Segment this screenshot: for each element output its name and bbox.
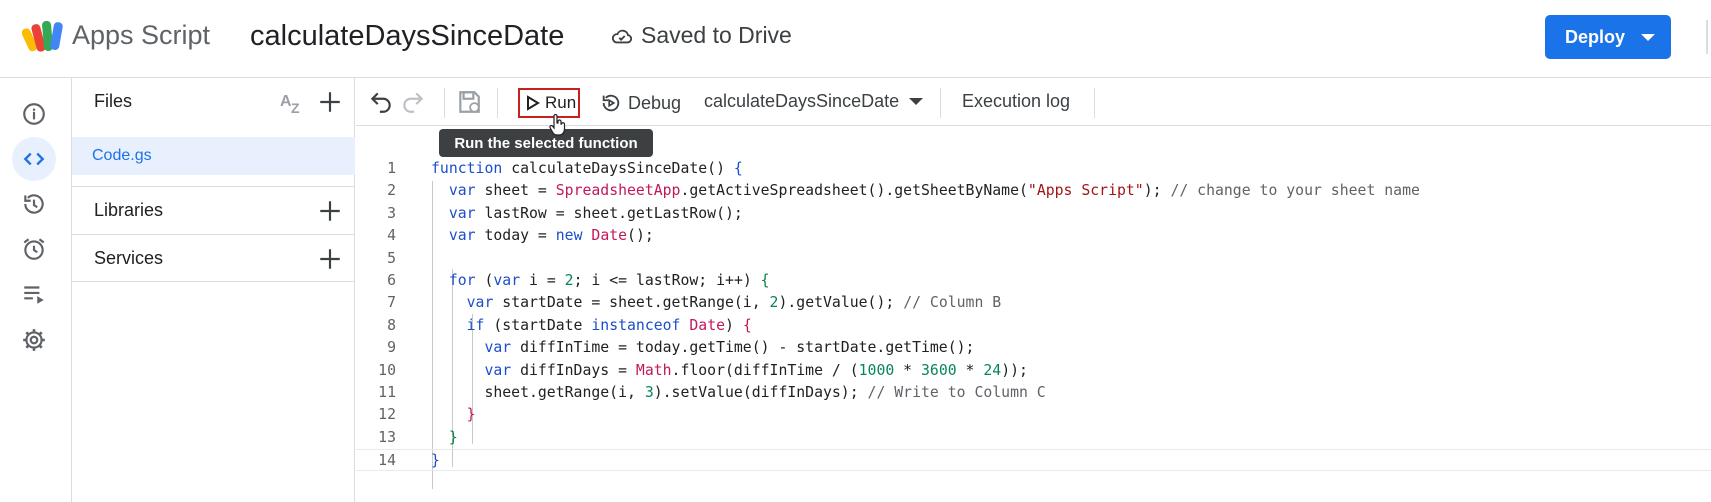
function-select[interactable]: calculateDaysSinceDate	[704, 91, 924, 112]
line-number: 10	[378, 361, 396, 379]
cloud-check-icon	[611, 29, 633, 43]
line-number: 8	[387, 316, 396, 334]
sort-az-icon[interactable]: A Z	[278, 89, 306, 115]
code-editor[interactable]: 1 function calculateDaysSinceDate() { 2 v…	[356, 158, 1711, 472]
line-number: 7	[387, 294, 396, 312]
toolbar-divider	[444, 88, 445, 118]
files-panel: Files A Z Code.gs Libraries Services	[72, 78, 355, 502]
code-line[interactable]: 10 var diffInDays = Math.floor(diffInTim…	[356, 360, 1711, 382]
deploy-label: Deploy	[1565, 26, 1626, 47]
file-name: Code.gs	[92, 147, 152, 164]
rail-item-overview[interactable]	[12, 92, 56, 136]
history-icon	[24, 194, 44, 214]
svg-text:Z: Z	[291, 100, 300, 115]
code-line[interactable]: 11 sheet.getRange(i, 3).setValue(diffInD…	[356, 382, 1711, 404]
code-line[interactable]: 6 for (var i = 2; i <= lastRow; i++) {	[356, 270, 1711, 292]
debug-button[interactable]: Debug	[600, 88, 681, 118]
run-label: Run	[545, 93, 577, 112]
line-content: function calculateDaysSinceDate() {	[431, 160, 743, 177]
debug-icon	[602, 94, 620, 112]
line-content: }	[448, 428, 458, 446]
files-header: Files A Z	[72, 78, 355, 124]
nav-rail	[0, 78, 72, 502]
save-icon[interactable]	[456, 89, 482, 115]
execution-log-button[interactable]: Execution log	[962, 91, 1070, 112]
code-line[interactable]: 7 var startDate = sheet.getRange(i, 2).g…	[356, 292, 1711, 314]
rail-item-editor[interactable]	[12, 137, 56, 181]
hand-cursor-icon	[549, 114, 566, 136]
rail-item-settings[interactable]	[12, 318, 56, 362]
line-content: }	[431, 452, 440, 470]
play-icon	[527, 95, 540, 111]
services-section[interactable]: Services	[72, 234, 355, 282]
executions-icon	[24, 286, 44, 304]
code-line[interactable]: 3 var lastRow = sheet.getLastRow();	[356, 203, 1711, 225]
line-content: var diffInTime = today.getTime() - start…	[484, 339, 975, 357]
line-content: var lastRow = sheet.getLastRow();	[448, 204, 743, 222]
add-service-icon[interactable]	[317, 246, 343, 272]
toolbar-divider	[1094, 88, 1095, 118]
chevron-down-icon	[909, 98, 924, 105]
files-title: Files	[94, 91, 133, 111]
app-name[interactable]: Apps Script	[72, 20, 210, 51]
add-file-icon[interactable]	[317, 89, 343, 115]
toolbar-divider	[497, 88, 498, 118]
line-content: var startDate = sheet.getRange(i, 2).get…	[466, 294, 1002, 312]
line-content: sheet.getRange(i, 3).setValue(diffInDays…	[431, 383, 1046, 401]
line-content: var diffInDays = Math.floor(diffInTime /…	[484, 361, 1028, 379]
code-line[interactable]: 1 function calculateDaysSinceDate() {	[356, 158, 1711, 180]
rail-item-triggers[interactable]	[12, 227, 56, 271]
alarm-icon	[23, 238, 45, 260]
code-line[interactable]: 5	[356, 248, 1711, 270]
gear-icon	[23, 329, 45, 351]
line-content: var today = new Date();	[448, 227, 654, 245]
line-content: var sheet = SpreadsheetApp.getActiveSpre…	[448, 182, 1420, 200]
code-line[interactable]: 9 var diffInTime = today.getTime() - sta…	[356, 337, 1711, 359]
line-number: 12	[378, 406, 396, 424]
code-line[interactable]: 2 var sheet = SpreadsheetApp.getActiveSp…	[356, 180, 1711, 202]
line-number: 9	[387, 339, 396, 357]
line-number: 14	[378, 452, 396, 470]
header-divider	[1706, 20, 1708, 54]
libraries-label: Libraries	[94, 200, 164, 220]
toolbar-divider	[940, 88, 941, 118]
line-number: 4	[387, 227, 396, 245]
run-tooltip: Run the selected function	[439, 129, 653, 157]
debug-label: Debug	[628, 92, 682, 113]
code-icon	[23, 152, 45, 166]
services-label: Services	[94, 248, 164, 268]
apps-script-logo	[22, 20, 63, 52]
line-number: 2	[387, 182, 396, 200]
line-number: 3	[387, 204, 396, 222]
rail-item-history[interactable]	[12, 182, 56, 226]
line-number: 5	[387, 249, 396, 267]
code-line[interactable]: 12 }	[356, 404, 1711, 426]
code-line[interactable]: 4 var today = new Date();	[356, 225, 1711, 247]
undo-icon[interactable]	[368, 89, 394, 115]
libraries-section[interactable]: Libraries	[72, 186, 355, 234]
line-number: 11	[378, 383, 396, 401]
line-content: }	[466, 406, 476, 424]
redo-icon[interactable]	[400, 89, 426, 115]
deploy-button[interactable]: Deploy	[1545, 15, 1671, 59]
save-status-text: Saved to Drive	[641, 22, 792, 48]
project-title[interactable]: calculateDaysSinceDate	[250, 20, 564, 53]
line-number: 1	[387, 160, 396, 177]
line-number: 6	[387, 271, 396, 289]
top-bar: Apps Script calculateDaysSinceDate Saved…	[0, 0, 1711, 78]
code-line[interactable]: 14}	[356, 449, 1711, 472]
code-line[interactable]: 13 }	[356, 427, 1711, 449]
rail-item-executions[interactable]	[12, 272, 56, 316]
info-icon	[23, 103, 45, 125]
add-library-icon[interactable]	[317, 198, 343, 224]
save-status: Saved to Drive	[611, 22, 792, 49]
code-line[interactable]: 8 if (startDate instanceof Date) {	[356, 315, 1711, 337]
file-item-code-gs[interactable]: Code.gs	[72, 137, 355, 175]
function-select-value: calculateDaysSinceDate	[704, 91, 900, 111]
line-content: for (var i = 2; i <= lastRow; i++) {	[448, 271, 770, 289]
chevron-down-icon[interactable]	[1641, 34, 1655, 41]
line-content: if (startDate instanceof Date) {	[466, 316, 752, 334]
line-number: 13	[378, 428, 396, 446]
